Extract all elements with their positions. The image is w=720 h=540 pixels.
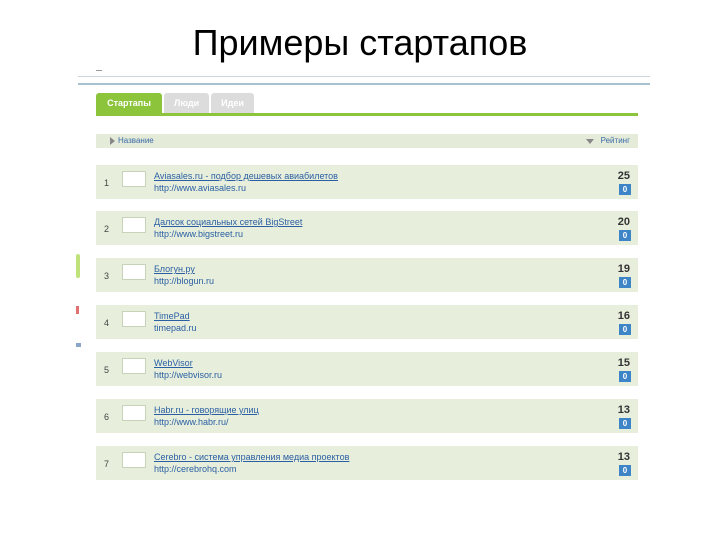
- rank: 5: [104, 365, 110, 375]
- side-decoration: [76, 254, 80, 278]
- startup-url-link[interactable]: http://cerebrohq.com: [154, 464, 237, 474]
- list-item: 5 WebVisor http://webvisor.ru 15 0: [96, 352, 638, 386]
- rank: 7: [104, 459, 110, 469]
- startup-title-link[interactable]: WebVisor: [154, 358, 193, 368]
- startup-title-link[interactable]: Cerebro - система управления медиа проек…: [154, 452, 349, 462]
- startup-url-link[interactable]: http://webvisor.ru: [154, 370, 222, 380]
- startup-title-link[interactable]: TimePad: [154, 311, 190, 321]
- tab-bar: Стартапы Люди Идеи: [96, 93, 254, 113]
- rating-score: 16: [617, 310, 630, 322]
- startup-logo-icon[interactable]: [122, 171, 146, 187]
- startup-logo-icon[interactable]: [122, 358, 146, 374]
- rating-score: 20: [617, 216, 630, 228]
- comment-count-badge[interactable]: 0: [619, 418, 631, 429]
- startup-title-link[interactable]: Блогун.ру: [154, 264, 195, 274]
- startup-logo-icon[interactable]: [122, 452, 146, 468]
- startup-logo-icon[interactable]: [122, 311, 146, 327]
- side-decoration: [76, 306, 79, 314]
- list-item: 1 Aviasales.ru - подбор дешевых авиабиле…: [96, 165, 638, 199]
- rank: 2: [104, 224, 110, 234]
- comment-count-badge[interactable]: 0: [619, 371, 631, 382]
- tab-underline: [96, 113, 638, 116]
- rank: 1: [104, 178, 110, 188]
- comment-count-badge[interactable]: 0: [619, 324, 631, 335]
- rating-score: 19: [617, 263, 630, 275]
- rating-score: 13: [617, 451, 630, 463]
- list-header: Название Рейтинг: [96, 134, 638, 148]
- rating-score: 13: [617, 404, 630, 416]
- comment-count-badge[interactable]: 0: [619, 277, 631, 288]
- list-item: 3 Блогун.ру http://blogun.ru 19 0: [96, 258, 638, 292]
- startup-url-link[interactable]: http://www.aviasales.ru: [154, 183, 246, 193]
- comment-count-badge[interactable]: 0: [619, 465, 631, 476]
- startup-title-link[interactable]: Habr.ru - говорящие улиц: [154, 405, 259, 415]
- comment-count-badge[interactable]: 0: [619, 184, 631, 195]
- comment-count-badge[interactable]: 0: [619, 230, 631, 241]
- rank: 4: [104, 318, 110, 328]
- rank: 6: [104, 412, 110, 422]
- sort-by-name[interactable]: Название: [118, 136, 154, 145]
- list-item: 4 TimePad timepad.ru 16 0: [96, 305, 638, 339]
- side-decoration: [76, 343, 81, 347]
- screenshot-frame-bar: [78, 76, 650, 85]
- startup-logo-icon[interactable]: [122, 217, 146, 233]
- tab-startups[interactable]: Стартапы: [96, 93, 162, 113]
- slide-title: Примеры стартапов: [192, 22, 528, 63]
- startup-url-link[interactable]: http://www.bigstreet.ru: [154, 229, 243, 239]
- startup-title-link[interactable]: Далсок социальных сетей BigStreet: [154, 217, 302, 227]
- sort-by-rating[interactable]: Рейтинг: [601, 136, 630, 145]
- sort-desc-icon[interactable]: [586, 139, 594, 144]
- startup-logo-icon[interactable]: [122, 405, 146, 421]
- startup-url-link[interactable]: http://blogun.ru: [154, 276, 214, 286]
- list-item: 7 Cerebro - система управления медиа про…: [96, 446, 638, 480]
- startup-url-link[interactable]: timepad.ru: [154, 323, 197, 333]
- startup-title-link[interactable]: Aviasales.ru - подбор дешевых авиабилето…: [154, 171, 338, 181]
- sort-arrow-icon[interactable]: [110, 137, 115, 145]
- rank: 3: [104, 271, 110, 281]
- tab-ideas[interactable]: Идеи: [211, 93, 254, 113]
- startup-logo-icon[interactable]: [122, 264, 146, 280]
- list-item: 6 Habr.ru - говорящие улиц http://www.ha…: [96, 399, 638, 433]
- tab-people[interactable]: Люди: [164, 93, 210, 113]
- rating-score: 15: [617, 357, 630, 369]
- rating-score: 25: [617, 170, 630, 182]
- list-item: 2 Далсок социальных сетей BigStreet http…: [96, 211, 638, 245]
- startup-url-link[interactable]: http://www.habr.ru/: [154, 417, 229, 427]
- frame-dot: [96, 70, 102, 71]
